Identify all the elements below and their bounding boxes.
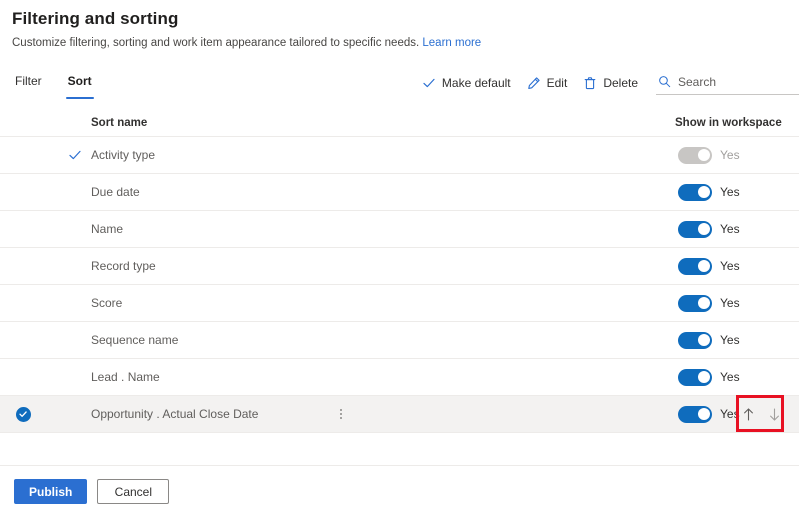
footer-actions: Publish Cancel (14, 479, 170, 504)
toggle-state-label: Yes (720, 148, 740, 162)
toggle-state-label: Yes (720, 296, 740, 310)
row-checkbox-checked[interactable] (14, 405, 32, 423)
move-down-arrow-icon[interactable] (766, 405, 782, 423)
tab-filter[interactable]: Filter (13, 71, 44, 99)
row-label: Record type (91, 259, 156, 273)
table-row[interactable]: Lead . Name Yes (0, 358, 799, 395)
search-icon (658, 75, 671, 88)
edit-label: Edit (546, 76, 568, 90)
show-in-workspace-toggle[interactable] (678, 257, 712, 275)
reorder-controls (740, 405, 782, 423)
sort-table: Sort name Show in workspace Activity typ… (0, 110, 799, 433)
delete-button[interactable]: Delete (575, 71, 646, 95)
row-label: Opportunity . Actual Close Date (91, 407, 259, 421)
row-label: Name (91, 222, 124, 236)
check-circle-icon (15, 406, 31, 422)
trash-icon (583, 76, 597, 90)
column-header-show-in-workspace: Show in workspace (675, 117, 782, 129)
show-in-workspace-cell: Yes (678, 331, 740, 349)
page-subtitle: Customize filtering, sorting and work it… (12, 35, 799, 51)
table-row[interactable]: Name Yes (0, 210, 799, 247)
cancel-button[interactable]: Cancel (97, 479, 170, 504)
tab-sort[interactable]: Sort (65, 71, 94, 99)
show-in-workspace-cell: Yes (678, 220, 740, 238)
search-input[interactable] (678, 74, 797, 89)
show-in-workspace-toggle[interactable] (678, 183, 712, 201)
show-in-workspace-cell: Yes (678, 257, 740, 275)
learn-more-link[interactable]: Learn more (422, 37, 481, 49)
table-row[interactable]: Activity type Yes (0, 136, 799, 173)
pencil-icon (527, 76, 541, 90)
show-in-workspace-toggle[interactable] (678, 405, 712, 423)
checkmark-icon (422, 76, 436, 90)
table-body: Activity type Yes Due date Yes Name Yes Record… (0, 136, 799, 433)
show-in-workspace-cell: Yes (678, 405, 740, 423)
show-in-workspace-toggle (678, 146, 712, 164)
toggle-state-label: Yes (720, 222, 740, 236)
footer-divider (0, 465, 799, 466)
show-in-workspace-cell: Yes (678, 183, 740, 201)
publish-button[interactable]: Publish (14, 479, 88, 504)
table-row[interactable]: Record type Yes (0, 247, 799, 284)
default-indicator-checkmark-icon (68, 148, 82, 162)
edit-button[interactable]: Edit (519, 71, 576, 95)
move-up-arrow-icon[interactable] (740, 405, 756, 423)
show-in-workspace-toggle[interactable] (678, 368, 712, 386)
tab-list: Filter Sort (13, 71, 94, 99)
show-in-workspace-cell: Yes (678, 146, 740, 164)
delete-label: Delete (603, 76, 638, 90)
show-in-workspace-cell: Yes (678, 294, 740, 312)
toggle-state-label: Yes (720, 333, 740, 347)
row-label: Due date (91, 185, 140, 199)
row-label: Activity type (91, 148, 156, 162)
page-header: Filtering and sorting Customize filterin… (0, 0, 799, 51)
show-in-workspace-toggle[interactable] (678, 331, 712, 349)
tabs-and-commandbar: Filter Sort Make default Edit Delete Sea… (0, 71, 799, 105)
page-title: Filtering and sorting (12, 9, 179, 28)
table-row[interactable]: Sequence name Yes (0, 321, 799, 358)
page-subtitle-text: Customize filtering, sorting and work it… (12, 37, 420, 49)
column-header-sort-name: Sort name (91, 117, 148, 129)
make-default-label: Make default (441, 76, 511, 90)
row-label: Lead . Name (91, 370, 160, 384)
row-label: Sequence name (91, 333, 179, 347)
make-default-button[interactable]: Make default (414, 71, 519, 95)
toggle-state-label: Yes (720, 259, 740, 273)
command-bar: Make default Edit Delete (414, 71, 799, 95)
toggle-state-label: Yes (720, 407, 740, 421)
show-in-workspace-toggle[interactable] (678, 220, 712, 238)
toggle-state-label: Yes (720, 370, 740, 384)
show-in-workspace-toggle[interactable] (678, 294, 712, 312)
show-in-workspace-cell: Yes (678, 368, 740, 386)
table-header-row: Sort name Show in workspace (0, 110, 799, 136)
table-row[interactable]: Opportunity . Actual Close Date Yes (0, 395, 799, 433)
row-label: Score (91, 296, 123, 310)
row-more-options-icon[interactable] (333, 404, 349, 424)
toggle-state-label: Yes (720, 185, 740, 199)
search-box[interactable] (656, 72, 799, 95)
table-row[interactable]: Score Yes (0, 284, 799, 321)
table-row[interactable]: Due date Yes (0, 173, 799, 210)
